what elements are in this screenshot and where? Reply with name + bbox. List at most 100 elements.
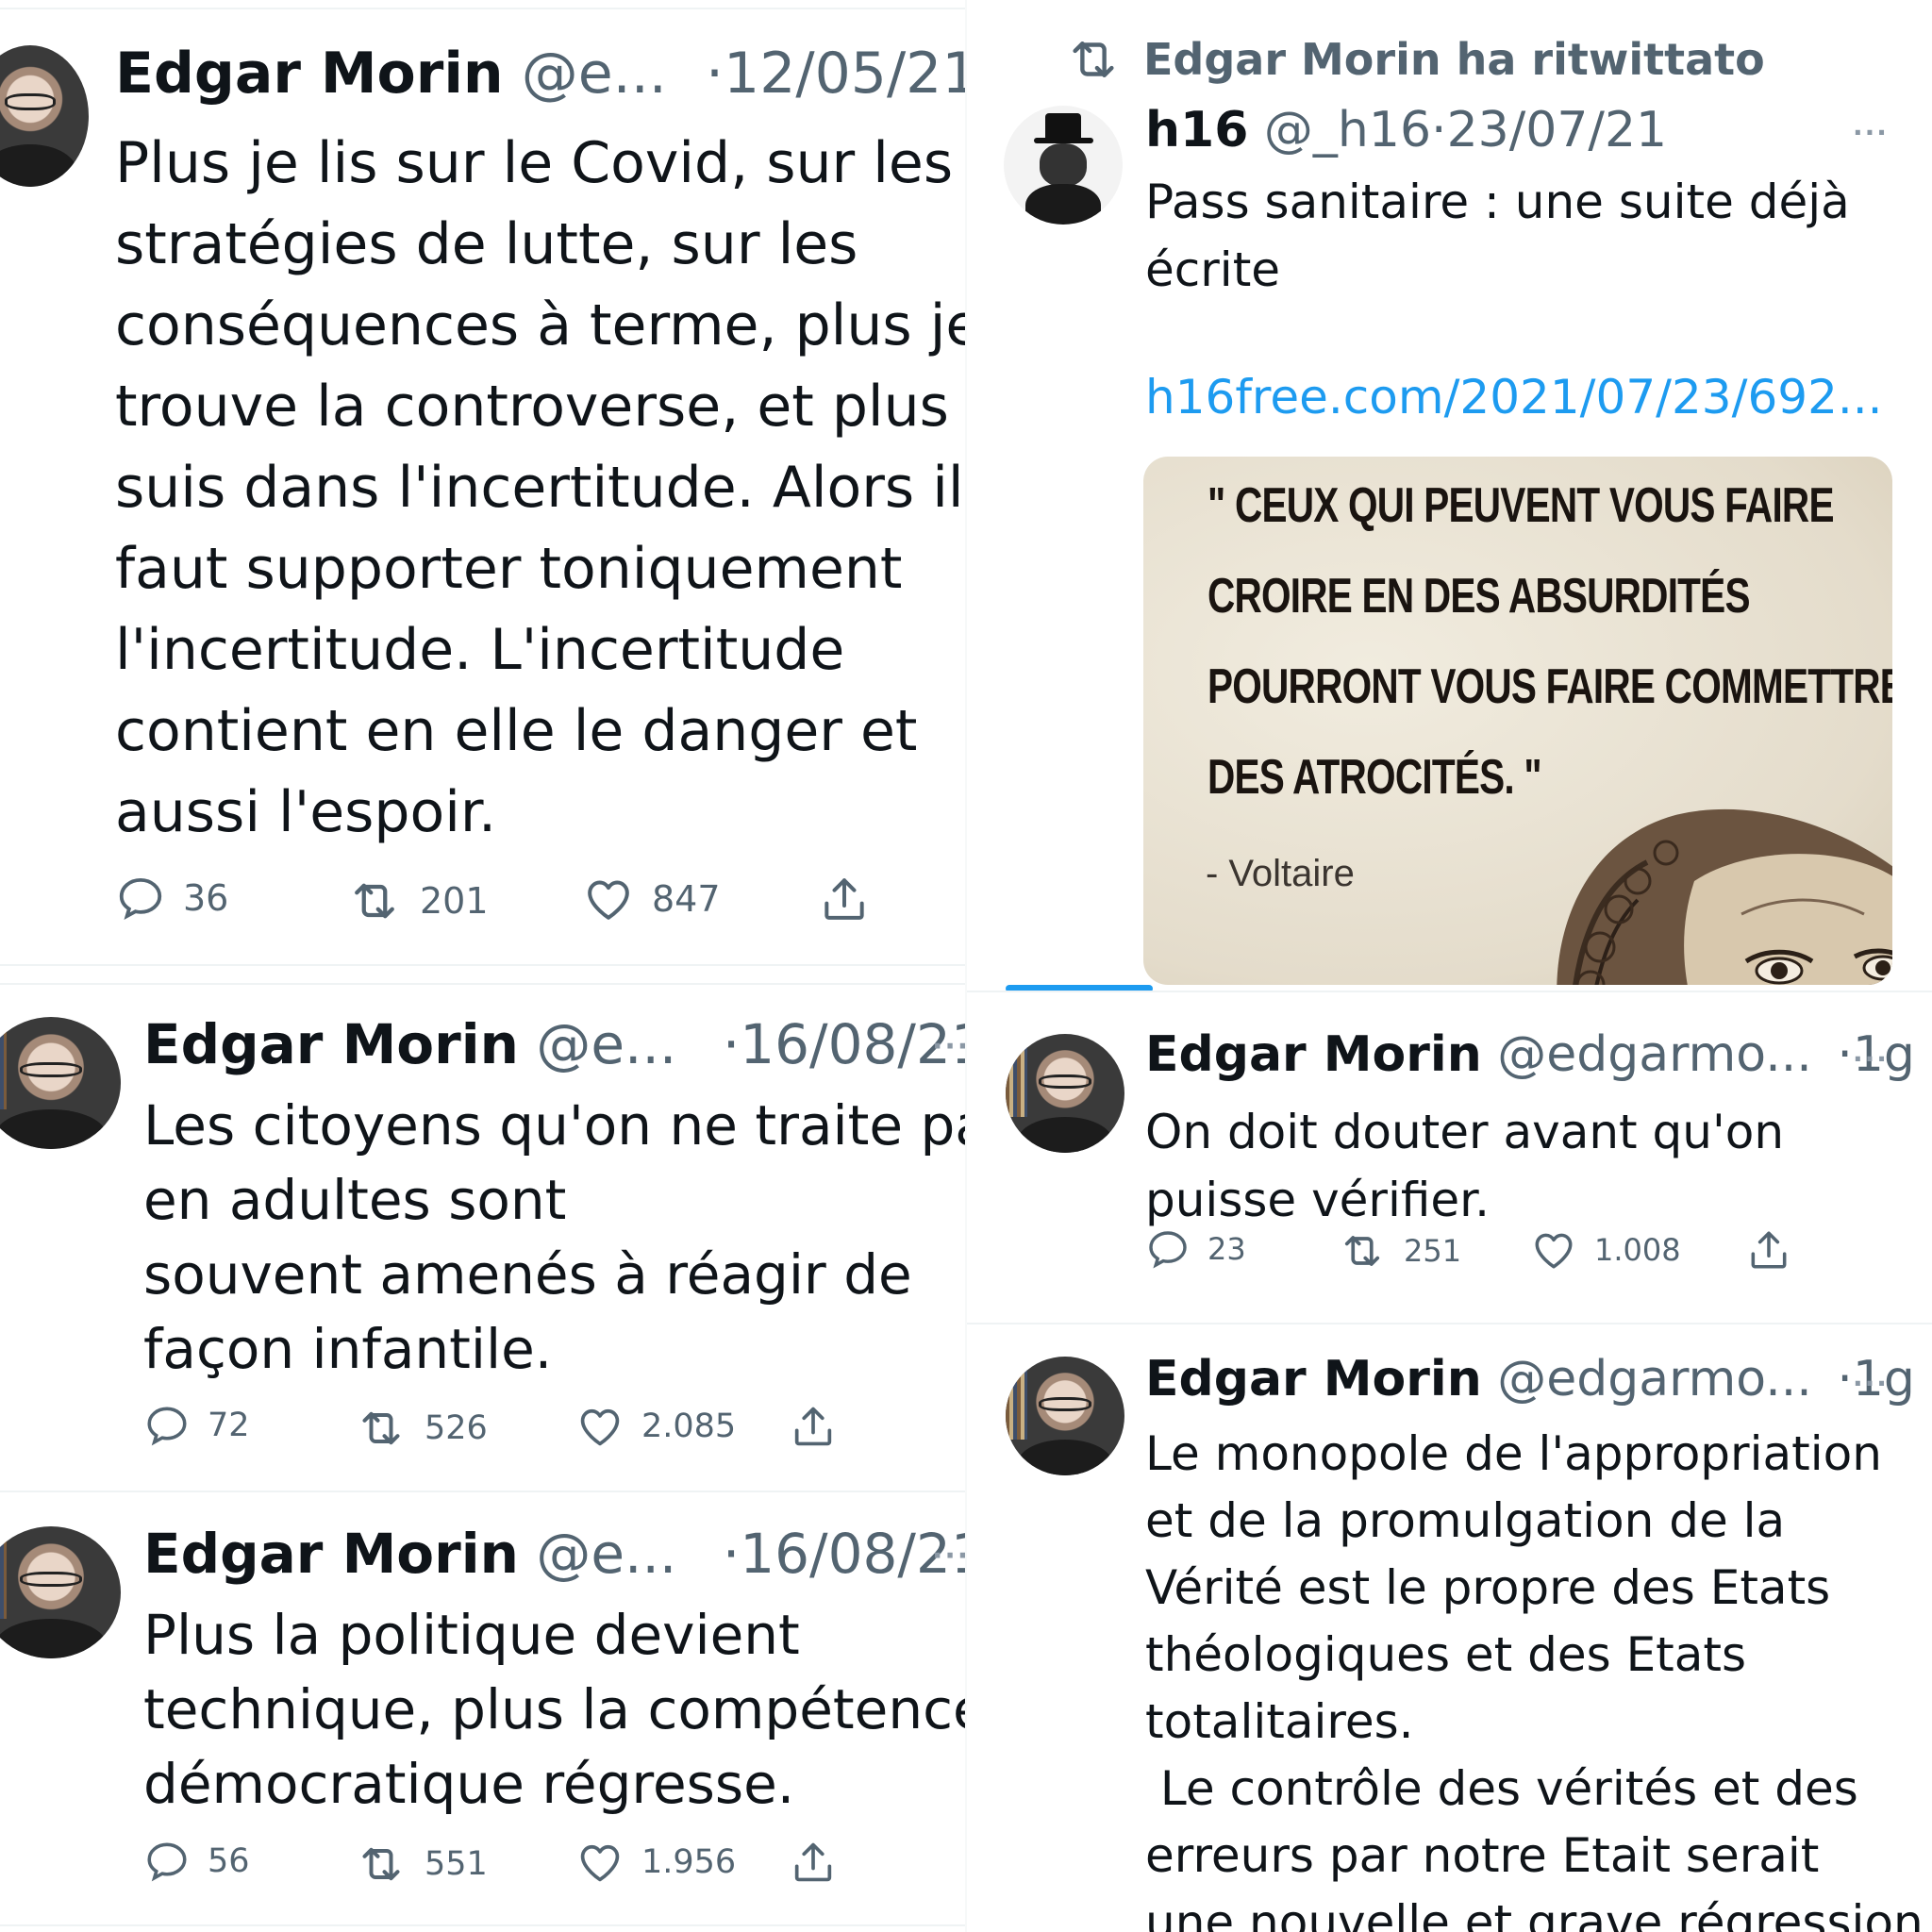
tweet-citoyens[interactable]: Edgar Morin @e... ·16/08/21 ··· Les cito…	[0, 981, 966, 1491]
tweet-actions: 56 551 1.956	[143, 1838, 964, 1894]
reply-button[interactable]: 23	[1145, 1226, 1246, 1272]
tweet-politique[interactable]: Edgar Morin @e... ·16/08/21 ··· Plus la …	[0, 1491, 966, 1932]
tweet-actions: 72 526 2.085	[143, 1402, 964, 1458]
retweet-icon	[346, 873, 403, 929]
text-line: Plus la politique devient	[143, 1603, 800, 1667]
author-name[interactable]: h16	[1145, 102, 1248, 158]
share-button[interactable]	[1745, 1226, 1792, 1274]
avatar[interactable]	[0, 45, 89, 187]
avatar[interactable]	[0, 1526, 121, 1658]
text-line: aussi l'espoir.	[115, 779, 497, 845]
quote-line: CROIRE EN DES ABSURDITÉS	[1208, 569, 1751, 624]
reply-icon	[143, 1838, 191, 1885]
text-line: Plus je lis sur le Covid, sur les	[115, 130, 954, 196]
text-line: faut supporter toniquement	[115, 536, 903, 602]
reply-count: 36	[183, 877, 229, 919]
text-line: une nouvelle et grave régression	[1145, 1895, 1924, 1932]
author-handle[interactable]: @e...	[536, 1522, 676, 1586]
text-line: démocratique régresse.	[143, 1752, 795, 1816]
avatar[interactable]	[1006, 1357, 1124, 1475]
retweet-count: 201	[420, 880, 489, 922]
tweet-date[interactable]: 12/05/21	[724, 41, 966, 107]
retweet-icon	[1064, 30, 1123, 89]
tweet-covid[interactable]: Edgar Morin @e... ·12/05/21 Plus je lis …	[0, 0, 966, 966]
divider	[0, 1491, 966, 1492]
divider	[0, 964, 966, 966]
text-line: Pass sanitaire : une suite déjà	[1145, 175, 1850, 229]
like-count: 1.008	[1594, 1232, 1681, 1268]
like-icon	[582, 873, 635, 925]
author-handle[interactable]: @_h16	[1264, 102, 1431, 158]
author-name[interactable]: Edgar Morin	[143, 1012, 519, 1076]
reply-button[interactable]: 56	[143, 1838, 250, 1885]
retweet-button[interactable]: 201	[346, 873, 489, 929]
tweet-header: Edgar Morin @e... ·12/05/21	[115, 45, 966, 102]
tweet-link[interactable]: h16free.com/2021/07/23/692...	[1145, 370, 1883, 425]
author-handle[interactable]: @edgarmo...	[1497, 1026, 1811, 1083]
text-line: Le contrôle des vérités et des	[1145, 1761, 1858, 1816]
text-line: Les citoyens qu'on ne traite pas	[143, 1093, 966, 1158]
more-icon[interactable]: ···	[1853, 1368, 1889, 1399]
like-button[interactable]: 1.008	[1530, 1226, 1681, 1274]
more-icon[interactable]: ···	[932, 1030, 966, 1063]
share-button[interactable]	[789, 1838, 838, 1887]
like-button[interactable]: 847	[582, 873, 721, 925]
text-line: suis dans l'incertitude. Alors il	[115, 455, 964, 521]
text-line: totalitaires.	[1145, 1694, 1414, 1749]
author-name[interactable]: Edgar Morin	[143, 1522, 519, 1586]
avatar[interactable]	[0, 1017, 121, 1149]
share-button[interactable]	[789, 1402, 838, 1451]
tweet-header: h16 @_h16·23/07/21	[1145, 106, 1667, 155]
tweet-douter[interactable]: Edgar Morin @edgarmo... ·1g ··· On doit …	[966, 994, 1932, 1324]
text-line: stratégies de lutte, sur les	[115, 211, 858, 277]
author-handle[interactable]: @e...	[522, 41, 667, 107]
tweet-h16-retweet[interactable]: Edgar Morin ha ritwittato h16 @_h16·23/0…	[966, 0, 1932, 992]
text-line: l'incertitude. L'incertitude	[115, 617, 845, 683]
retweet-banner-text: Edgar Morin ha ritwittato	[1143, 34, 1765, 85]
reply-icon	[115, 873, 166, 924]
avatar[interactable]	[1004, 106, 1123, 225]
author-name[interactable]: Edgar Morin	[1145, 1351, 1482, 1407]
author-name[interactable]: Edgar Morin	[1145, 1026, 1482, 1083]
text-line: conséquences à terme, plus je	[115, 292, 966, 358]
reply-icon	[143, 1402, 191, 1449]
quote-line: " CEUX QUI PEUVENT VOUS FAIRE	[1208, 478, 1834, 533]
avatar[interactable]	[1006, 1034, 1124, 1153]
text-line: erreurs par notre Etait serait	[1145, 1828, 1820, 1883]
text-line: et de la promulgation de la	[1145, 1493, 1786, 1548]
like-icon	[575, 1838, 625, 1887]
retweet-icon	[355, 1402, 408, 1455]
more-icon[interactable]: ···	[1853, 1043, 1889, 1074]
tweet-monopole[interactable]: Edgar Morin @edgarmo... ·1g ··· Le monop…	[966, 1324, 1932, 1932]
author-name[interactable]: Edgar Morin	[115, 41, 504, 107]
like-button[interactable]: 1.956	[575, 1838, 736, 1887]
tweet-header: Edgar Morin @e... ·16/08/21	[143, 1017, 966, 1072]
retweet-count: 251	[1404, 1233, 1462, 1269]
like-button[interactable]: 2.085	[575, 1402, 736, 1451]
author-handle[interactable]: @edgarmo...	[1497, 1351, 1811, 1407]
more-icon[interactable]: ···	[932, 1540, 966, 1573]
tweet-date[interactable]: 23/07/21	[1447, 102, 1668, 158]
text-line: puisse vérifier.	[1145, 1173, 1490, 1227]
text-line: écrite	[1145, 242, 1281, 297]
retweet-banner[interactable]: Edgar Morin ha ritwittato	[1064, 30, 1765, 89]
separator: ·	[1837, 1351, 1853, 1407]
retweet-count: 526	[425, 1409, 488, 1447]
retweet-button[interactable]: 551	[355, 1838, 488, 1890]
share-icon	[789, 1402, 838, 1451]
retweet-icon	[1338, 1226, 1387, 1275]
reply-button[interactable]: 36	[115, 873, 228, 924]
author-handle[interactable]: @e...	[536, 1012, 676, 1076]
retweet-icon	[355, 1838, 408, 1890]
voltaire-portrait-illustration	[1557, 808, 1892, 985]
reply-button[interactable]: 72	[143, 1402, 250, 1449]
retweet-button[interactable]: 526	[355, 1402, 488, 1455]
share-button[interactable]	[818, 873, 871, 925]
retweet-count: 551	[425, 1845, 488, 1883]
quote-author: - Voltaire	[1206, 853, 1355, 894]
tweet-header: Edgar Morin @e... ·16/08/21	[143, 1526, 966, 1581]
retweet-button[interactable]: 251	[1338, 1226, 1461, 1275]
more-icon[interactable]: ···	[1853, 117, 1889, 148]
media-image-voltaire-quote[interactable]: " CEUX QUI PEUVENT VOUS FAIRE CROIRE EN …	[1143, 457, 1892, 985]
tweet-text: Plus je lis sur le Covid, sur les straté…	[115, 123, 966, 853]
